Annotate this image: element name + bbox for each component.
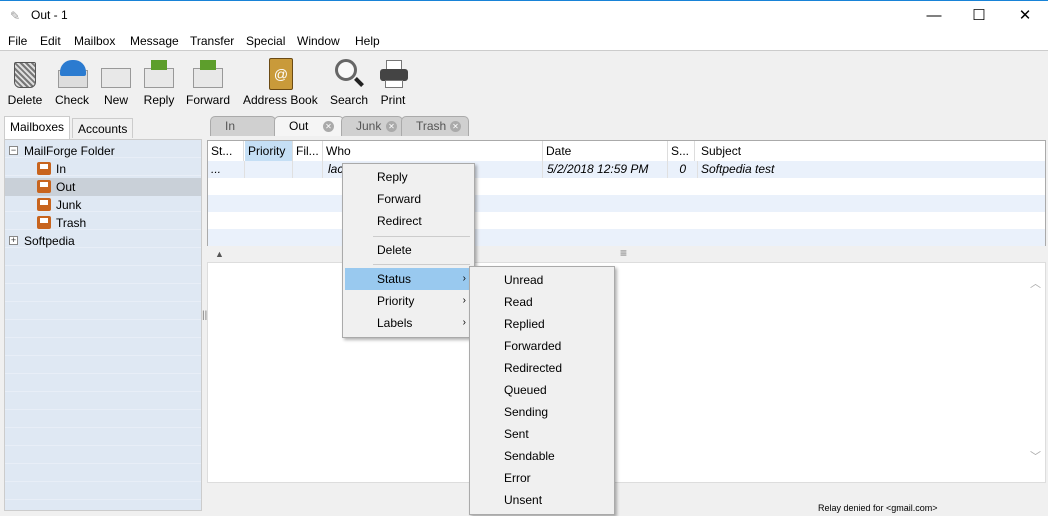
menu-message[interactable]: Message	[130, 34, 179, 48]
submenu-item-replied[interactable]: Replied	[472, 313, 612, 335]
collapse-up-icon[interactable]: ▲	[215, 249, 224, 259]
new-button[interactable]: New	[100, 58, 132, 107]
printer-icon	[378, 58, 410, 90]
window-title: Out - 1	[31, 8, 68, 22]
submenu-arrow-icon: ›	[462, 273, 466, 284]
trash-icon	[9, 58, 41, 90]
submenu-arrow-icon: ›	[462, 295, 466, 306]
submenu-item-error[interactable]: Error	[472, 467, 612, 489]
mailbox-tree: − MailForge Folder In Out Junk Trash + Sof…	[4, 139, 202, 511]
address-book-icon: @	[264, 58, 296, 90]
check-button[interactable]: Check	[54, 58, 90, 107]
reply-icon	[143, 58, 175, 90]
status-bar: Relay denied for <gmail.com>	[818, 503, 938, 513]
folder-out[interactable]: Out	[5, 178, 201, 196]
menu-bar: File Edit Mailbox Message Transfer Speci…	[0, 30, 1048, 51]
submenu-item-sending[interactable]: Sending	[472, 401, 612, 423]
tab-in[interactable]: In	[210, 116, 276, 136]
inbox-tray-icon	[37, 216, 51, 229]
col-who[interactable]: Who	[323, 141, 543, 161]
menu-item-labels[interactable]: Labels ›	[345, 312, 472, 334]
check-mail-icon	[56, 58, 88, 90]
col-subject[interactable]: Subject	[698, 141, 1038, 161]
col-date[interactable]: Date	[543, 141, 668, 161]
col-size[interactable]: S...	[668, 141, 695, 161]
menu-file[interactable]: File	[8, 34, 27, 48]
menu-separator	[373, 236, 470, 237]
tab-out[interactable]: Out ✕	[274, 116, 344, 136]
submenu-item-unread[interactable]: Unread	[472, 269, 612, 291]
pane-resize-handle[interactable]: ≡	[620, 246, 627, 260]
table-row[interactable]: ... lac 5/2/2018 12:59 PM 0 Softpedia te…	[208, 161, 1045, 178]
close-tab-icon[interactable]: ✕	[450, 121, 461, 132]
message-preview: ︿ ﹀	[207, 262, 1046, 483]
folder-softpedia[interactable]: + Softpedia	[5, 232, 201, 250]
inbox-tray-icon	[37, 198, 51, 211]
table-row-empty	[208, 195, 1045, 212]
menu-item-reply[interactable]: Reply	[345, 166, 472, 188]
menu-item-redirect[interactable]: Redirect	[345, 210, 472, 232]
menu-item-delete[interactable]: Delete	[345, 239, 472, 261]
table-row-empty	[208, 229, 1045, 246]
folder-mailforge[interactable]: − MailForge Folder	[5, 142, 201, 160]
tab-trash[interactable]: Trash ✕	[401, 116, 469, 136]
status-submenu: Unread Read Replied Forwarded Redirected Queu…	[469, 266, 615, 515]
scroll-down-icon[interactable]: ﹀	[1030, 448, 1041, 464]
submenu-item-forwarded[interactable]: Forwarded	[472, 335, 612, 357]
menu-window[interactable]: Window	[297, 34, 340, 48]
submenu-item-read[interactable]: Read	[472, 291, 612, 313]
minimize-button[interactable]: —	[911, 1, 957, 31]
close-button[interactable]: ✕	[1002, 1, 1048, 31]
folder-junk[interactable]: Junk	[5, 196, 201, 214]
close-tab-icon[interactable]: ✕	[323, 121, 334, 132]
message-list: St... Priority Fil... Who Date S... Subj…	[207, 140, 1046, 246]
menu-mailbox[interactable]: Mailbox	[74, 34, 115, 48]
delete-button[interactable]: Delete	[6, 58, 44, 107]
menu-transfer[interactable]: Transfer	[190, 34, 234, 48]
menu-separator	[373, 264, 470, 265]
search-button[interactable]: Search	[330, 58, 368, 107]
print-button[interactable]: Print	[378, 58, 408, 107]
search-icon	[332, 58, 364, 90]
toolbar: Delete Check New Reply Forward @ Address…	[0, 52, 1048, 110]
menu-special[interactable]: Special	[246, 34, 285, 48]
tab-accounts[interactable]: Accounts	[72, 118, 134, 138]
tab-mailboxes[interactable]: Mailboxes	[4, 116, 71, 139]
maximize-button[interactable]: ☐	[956, 1, 1002, 31]
tab-junk[interactable]: Junk ✕	[341, 116, 403, 136]
title-bar: ✎ Out - 1 — ☐ ✕	[0, 0, 1048, 30]
submenu-arrow-icon: ›	[462, 317, 466, 328]
menu-item-status[interactable]: Status ›	[345, 268, 472, 290]
submenu-item-sent[interactable]: Sent	[472, 423, 612, 445]
menu-help[interactable]: Help	[355, 34, 380, 48]
submenu-item-queued[interactable]: Queued	[472, 379, 612, 401]
forward-icon	[192, 58, 224, 90]
submenu-item-redirected[interactable]: Redirected	[472, 357, 612, 379]
submenu-item-unsent[interactable]: Unsent	[472, 489, 612, 511]
scroll-up-icon[interactable]: ︿	[1030, 275, 1041, 291]
inbox-tray-icon	[37, 180, 51, 193]
app-icon: ✎	[10, 9, 21, 23]
new-mail-icon	[100, 58, 132, 90]
menu-item-forward[interactable]: Forward	[345, 188, 472, 210]
forward-button[interactable]: Forward	[186, 58, 230, 107]
reply-button[interactable]: Reply	[142, 58, 176, 107]
expand-icon[interactable]: +	[9, 236, 18, 245]
menu-item-priority[interactable]: Priority ›	[345, 290, 472, 312]
col-filter[interactable]: Fil...	[293, 141, 323, 161]
context-menu: Reply Forward Redirect Delete Status › Pr…	[342, 163, 475, 338]
folder-trash[interactable]: Trash	[5, 214, 201, 232]
folder-in[interactable]: In	[5, 160, 201, 178]
address-book-button[interactable]: @ Address Book	[243, 58, 318, 107]
submenu-item-sendable[interactable]: Sendable	[472, 445, 612, 467]
col-status[interactable]: St...	[208, 141, 244, 161]
menu-edit[interactable]: Edit	[40, 34, 61, 48]
inbox-tray-icon	[37, 162, 51, 175]
close-tab-icon[interactable]: ✕	[386, 121, 397, 132]
collapse-icon[interactable]: −	[9, 146, 18, 155]
col-priority[interactable]: Priority	[245, 141, 293, 161]
